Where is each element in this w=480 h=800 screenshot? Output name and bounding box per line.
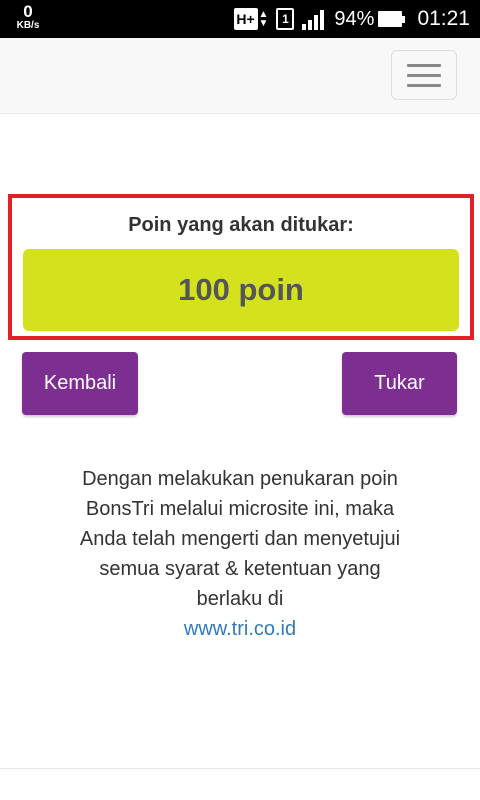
- terms-disclaimer: Dengan melakukan penukaran poin BonsTri …: [40, 464, 440, 644]
- tri-website-link[interactable]: www.tri.co.id: [40, 614, 440, 644]
- hamburger-menu-icon: [407, 63, 441, 67]
- hplus-network-icon: H+: [233, 8, 258, 30]
- disclaimer-line: semua syarat & ketentuan yang: [99, 558, 381, 580]
- exchange-button[interactable]: Tukar: [342, 352, 457, 415]
- clock: 01:21: [417, 7, 470, 30]
- disclaimer-line: berlaku di: [196, 588, 284, 610]
- battery-icon: [378, 11, 406, 27]
- disclaimer-line: Anda telah mengerti dan menyetujui: [79, 528, 401, 550]
- points-value: 100 poin: [23, 249, 459, 331]
- sim-card-icon: 1: [276, 8, 295, 30]
- hamburger-menu-icon: [407, 73, 441, 77]
- network-speed-unit: KB/s: [16, 20, 40, 31]
- disclaimer-line: Dengan melakukan penukaran poin: [82, 468, 398, 490]
- disclaimer-line: BonsTri melalui microsite ini, maka: [85, 498, 395, 520]
- status-bar: 0 KB/s H+ ▲ ▼ 1 94% 01:21: [0, 0, 480, 38]
- hamburger-menu-icon: [407, 83, 441, 87]
- points-exchange-panel: Poin yang akan ditukar: 100 poin: [8, 194, 474, 340]
- battery-percent: 94%: [334, 7, 375, 30]
- status-icons: H+ ▲ ▼ 1 94% 01:21: [233, 0, 470, 38]
- network-speed-indicator: 0 KB/s: [10, 3, 46, 31]
- menu-toggle-button[interactable]: [391, 50, 457, 100]
- points-label: Poin yang akan ditukar:: [128, 214, 354, 236]
- data-activity-icon: ▲ ▼: [258, 9, 269, 29]
- network-speed-value: 0: [23, 2, 33, 21]
- footer-divider: [0, 768, 480, 769]
- back-button[interactable]: Kembali: [22, 352, 138, 415]
- top-navbar: [0, 38, 480, 114]
- signal-strength-icon: [302, 8, 325, 30]
